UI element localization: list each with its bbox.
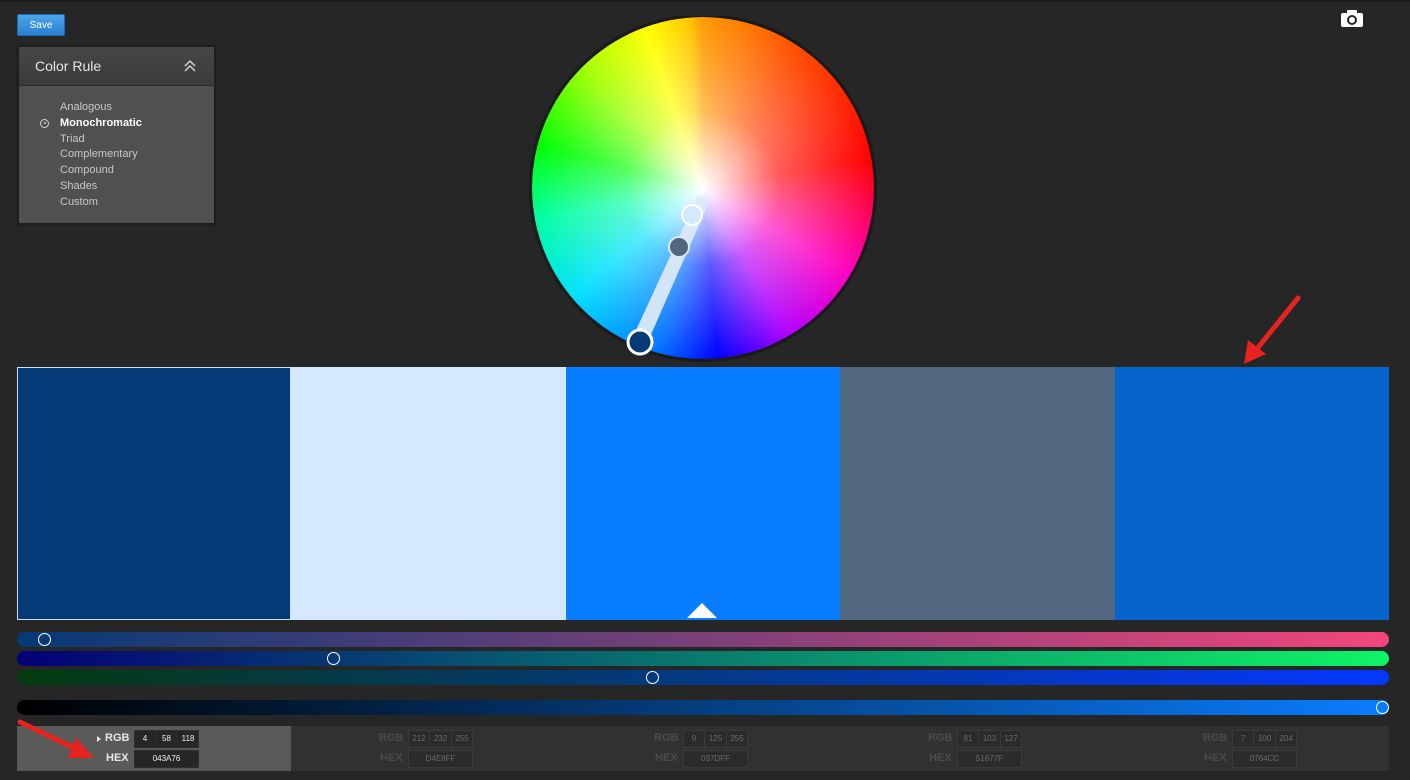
hex-label: HEX xyxy=(655,752,678,764)
rgb-b-field[interactable]: 127 xyxy=(1000,730,1022,748)
hex-field[interactable]: 51677F xyxy=(957,750,1022,768)
rgb-r-field[interactable]: 4 xyxy=(134,730,156,748)
hex-field[interactable]: 0764CC xyxy=(1232,750,1297,768)
rule-option-shades[interactable]: Shades xyxy=(19,179,214,195)
color-rule-list: Analogous Monochromatic Triad Complement… xyxy=(19,100,214,211)
annotation-arrow-icon xyxy=(17,719,94,758)
hex-field[interactable]: 043A76 xyxy=(134,750,199,768)
camera-icon[interactable] xyxy=(1340,9,1364,29)
brightness-slider-knob[interactable] xyxy=(1376,701,1389,714)
rgb-r-field[interactable]: 9 xyxy=(683,730,705,748)
brightness-slider[interactable] xyxy=(17,700,1389,715)
hex-field[interactable]: D4E8FF xyxy=(408,750,473,768)
hex-field[interactable]: 097DFF xyxy=(683,750,748,768)
rgb-label: RGB xyxy=(1203,732,1228,744)
rgb-label: RGB xyxy=(379,732,404,744)
hex-label: HEX xyxy=(106,752,129,764)
swatch-values-4: RGB 81 103 127 HEX 51677F xyxy=(840,726,1114,771)
rule-option-analogous[interactable]: Analogous xyxy=(19,100,214,116)
red-slider-knob[interactable] xyxy=(38,633,51,646)
rgb-label: RGB xyxy=(928,732,953,744)
rgb-g-field[interactable]: 232 xyxy=(429,730,452,748)
rule-option-compound[interactable]: Compound xyxy=(19,163,214,179)
collapse-chevron-icon[interactable] xyxy=(183,59,197,73)
rgb-b-field[interactable]: 118 xyxy=(177,730,199,748)
swatch-1[interactable] xyxy=(17,367,291,620)
rgb-b-field[interactable]: 255 xyxy=(451,730,473,748)
green-slider[interactable] xyxy=(17,651,1389,666)
hex-label: HEX xyxy=(929,752,952,764)
rgb-b-field[interactable]: 204 xyxy=(1275,730,1297,748)
rgb-r-field[interactable]: 81 xyxy=(957,730,979,748)
swatch-3[interactable] xyxy=(566,367,840,620)
rule-option-custom[interactable]: Custom xyxy=(19,195,214,211)
red-slider[interactable] xyxy=(17,632,1389,647)
color-wheel[interactable] xyxy=(528,14,878,362)
wheel-marker-base[interactable] xyxy=(626,328,654,356)
color-values-bar: RGB 4 58 118 HEX 043A76 RGB 212 232 255 … xyxy=(17,726,1389,771)
rgb-g-field[interactable]: 125 xyxy=(704,730,727,748)
swatch-values-5: RGB 7 100 204 HEX 0764CC xyxy=(1115,726,1389,771)
top-border xyxy=(0,0,1410,2)
blue-slider[interactable] xyxy=(17,670,1389,685)
color-rule-title: Color Rule xyxy=(35,58,102,74)
color-rule-panel: Color Rule Analogous Monochromatic Triad… xyxy=(18,46,215,224)
rgb-g-field[interactable]: 100 xyxy=(1253,730,1276,748)
base-color-indicator-icon xyxy=(687,603,717,618)
swatch-2[interactable] xyxy=(291,367,566,620)
green-slider-knob[interactable] xyxy=(327,652,340,665)
swatch-strip xyxy=(17,367,1389,620)
rgb-r-field[interactable]: 7 xyxy=(1232,730,1254,748)
rgb-b-field[interactable]: 255 xyxy=(726,730,748,748)
swatch-values-3: RGB 9 125 255 HEX 097DFF xyxy=(566,726,840,771)
save-button[interactable]: Save xyxy=(17,14,65,36)
wheel-marker[interactable] xyxy=(681,204,703,226)
rgb-label: RGB xyxy=(654,732,679,744)
rgb-g-field[interactable]: 103 xyxy=(978,730,1001,748)
swatch-values-2: RGB 212 232 255 HEX D4E8FF xyxy=(291,726,565,771)
rgb-g-field[interactable]: 58 xyxy=(155,730,178,748)
hex-label: HEX xyxy=(380,752,403,764)
rgb-label: RGB xyxy=(105,732,130,744)
rule-option-monochromatic[interactable]: Monochromatic xyxy=(19,116,214,132)
rule-option-complementary[interactable]: Complementary xyxy=(19,147,214,163)
wheel-marker[interactable] xyxy=(668,236,690,258)
rule-option-triad[interactable]: Triad xyxy=(19,132,214,148)
blue-slider-knob[interactable] xyxy=(646,671,659,684)
rgb-r-field[interactable]: 212 xyxy=(408,730,430,748)
color-rule-header[interactable]: Color Rule xyxy=(19,47,214,86)
swatch-5[interactable] xyxy=(1115,367,1389,620)
selected-radio-icon xyxy=(40,118,49,128)
hex-label: HEX xyxy=(1204,752,1227,764)
swatch-4[interactable] xyxy=(840,367,1115,620)
annotation-arrow-icon xyxy=(1244,295,1301,364)
